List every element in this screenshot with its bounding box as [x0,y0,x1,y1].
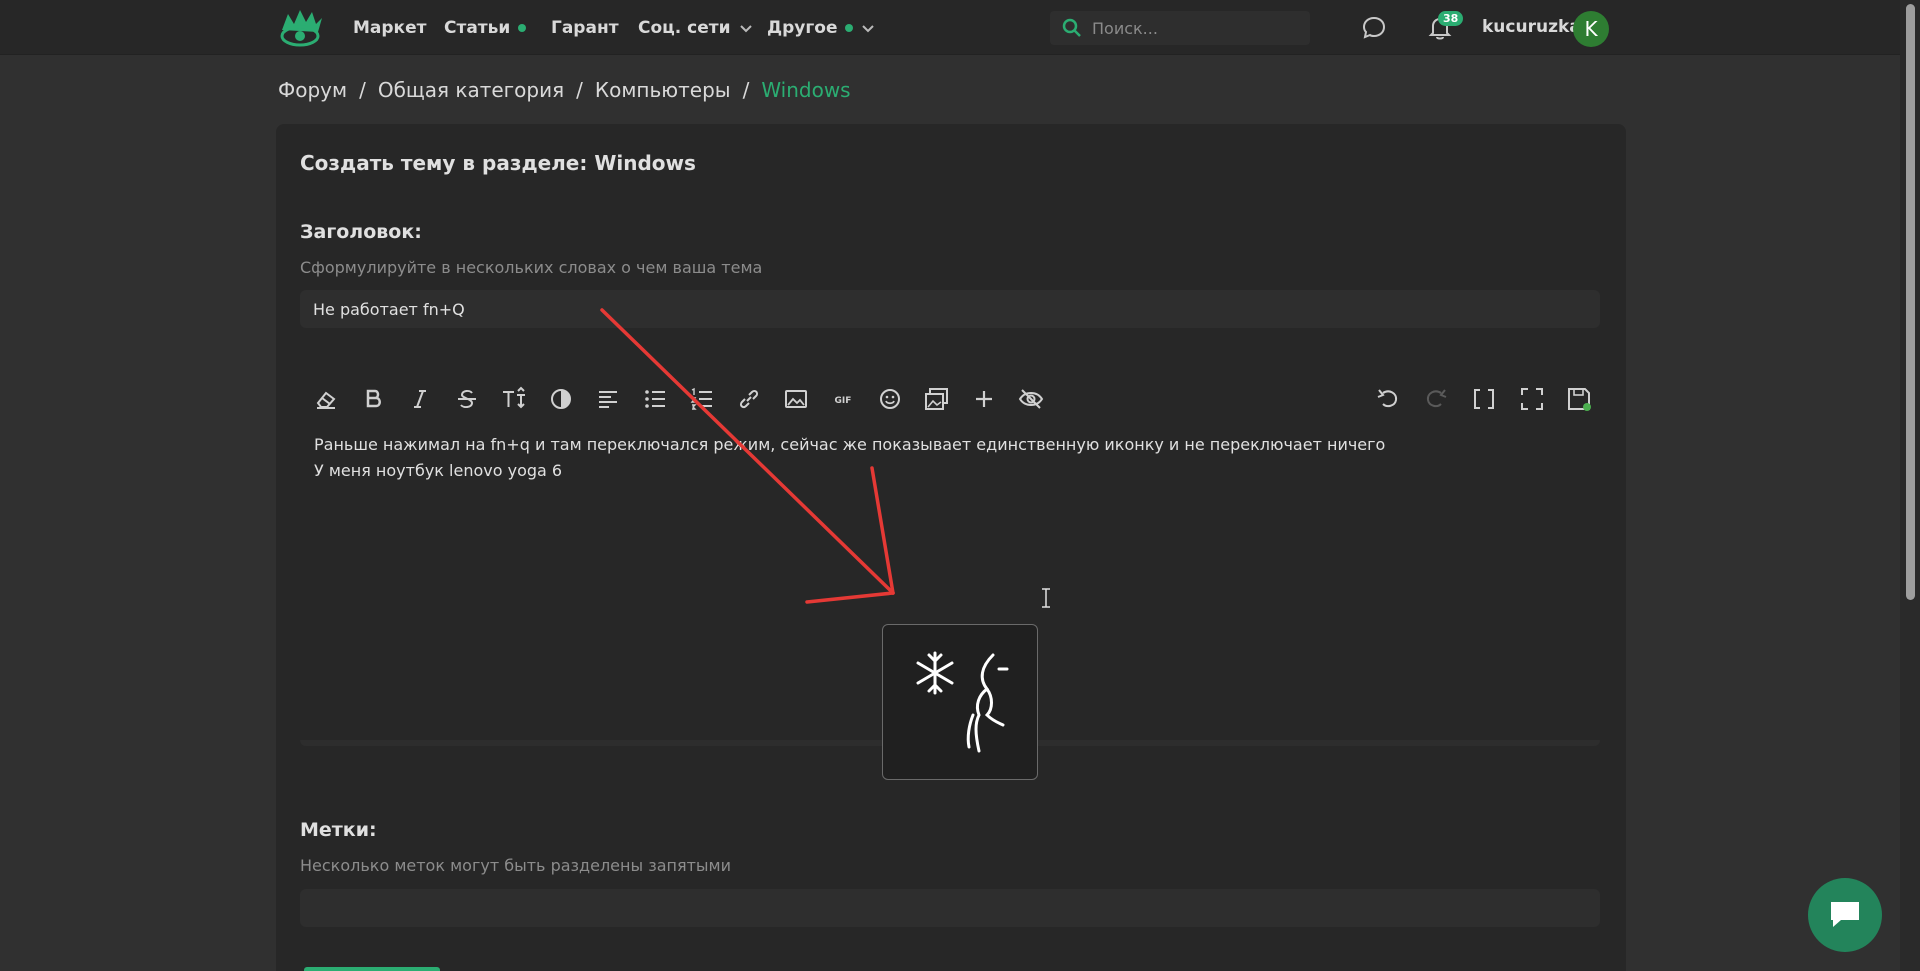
emoji-icon[interactable] [877,386,903,412]
heading-field[interactable] [300,290,1600,328]
breadcrumb-separator: / [359,78,366,102]
redo-icon [1423,386,1449,412]
gif-icon[interactable]: GIF [830,386,856,412]
new-indicator-dot [518,24,527,32]
tags-hint: Несколько меток могут быть разделены зап… [300,856,732,875]
tags-field[interactable] [300,889,1600,927]
nav-social-label: Соц. сети [638,18,731,38]
color-icon[interactable] [548,386,574,412]
heading-hint: Сформулируйте в нескольких словах о чем … [300,258,763,277]
avatar-letter: K [1584,17,1598,41]
messages-icon[interactable] [1360,14,1388,42]
editor-line-1: Раньше нажимал на fn+q и там переключалс… [314,435,1386,454]
gallery-icon[interactable] [924,386,950,412]
bullet-list-icon[interactable] [642,386,668,412]
undo-icon[interactable] [1375,386,1401,412]
breadcrumb-separator: / [742,78,750,102]
site-logo-icon[interactable] [278,8,326,48]
submit-button-edge[interactable] [304,967,440,971]
hide-icon[interactable] [1018,386,1044,412]
strikethrough-icon[interactable] [454,386,480,412]
username[interactable]: kucuruzka [1482,17,1581,37]
nav-articles-label: Статьи [444,18,511,38]
numbered-list-icon[interactable] [689,386,715,412]
align-icon[interactable] [595,386,621,412]
editor-toolbar: GIF [300,380,1600,416]
new-indicator-dot [845,24,854,32]
scrollbar-thumb[interactable] [1906,4,1915,600]
chevron-down-icon [739,25,752,33]
nav-guarantor-label: Гарант [551,18,619,38]
gif-label: GIF [835,396,852,406]
fullscreen-icon[interactable] [1519,386,1545,412]
page-scrollbar[interactable] [1900,0,1920,971]
plus-icon[interactable] [971,386,997,412]
keyboard-mode-icon-overlay [882,624,1038,780]
text-cursor-icon [1042,588,1050,608]
nav-guarantor[interactable]: Гарант [551,17,619,39]
nav-market-label: Маркет [353,18,427,38]
save-draft-icon[interactable] [1566,386,1592,412]
tags-label: Метки: [300,819,377,841]
eraser-icon[interactable] [313,386,339,412]
nav-social[interactable]: Соц. сети [638,17,753,39]
brackets-icon[interactable] [1471,386,1497,412]
chat-button[interactable] [1808,878,1882,952]
page-title: Создать тему в разделе: Windows [300,151,696,175]
snowflake-fan-mode-icon [916,651,1009,753]
text-size-icon[interactable] [501,386,527,412]
editor-line-2: У меня ноутбук lenovo yoga 6 [314,461,563,480]
heading-input[interactable] [313,299,1600,319]
avatar[interactable]: K [1573,11,1609,47]
nav-other[interactable]: Другое [767,17,875,39]
nav-other-label: Другое [767,18,838,38]
breadcrumb-computers[interactable]: Компьютеры [595,78,731,102]
heading-label: Заголовок: [300,221,422,243]
chat-icon [1831,902,1859,927]
tags-input[interactable] [313,898,1600,918]
search-box[interactable] [1050,11,1310,45]
breadcrumb-general[interactable]: Общая категория [378,78,564,102]
breadcrumb-current[interactable]: Windows [761,78,850,102]
bold-icon[interactable] [360,386,386,412]
notification-badge: 38 [1438,11,1464,26]
top-navbar: Маркет Статьи Гарант Соц. сети Другое 38… [0,0,1900,55]
breadcrumb-separator: / [576,78,583,102]
search-icon [1062,18,1081,37]
nav-articles[interactable]: Статьи [444,17,527,39]
nav-market[interactable]: Маркет [353,17,426,39]
chevron-down-icon [862,25,875,33]
italic-icon[interactable] [407,386,433,412]
breadcrumb-forum[interactable]: Форум [278,78,347,102]
search-input[interactable] [1092,18,1292,38]
breadcrumb: Форум / Общая категория / Компьютеры / W… [278,78,851,102]
link-icon[interactable] [736,386,762,412]
image-icon[interactable] [783,386,809,412]
